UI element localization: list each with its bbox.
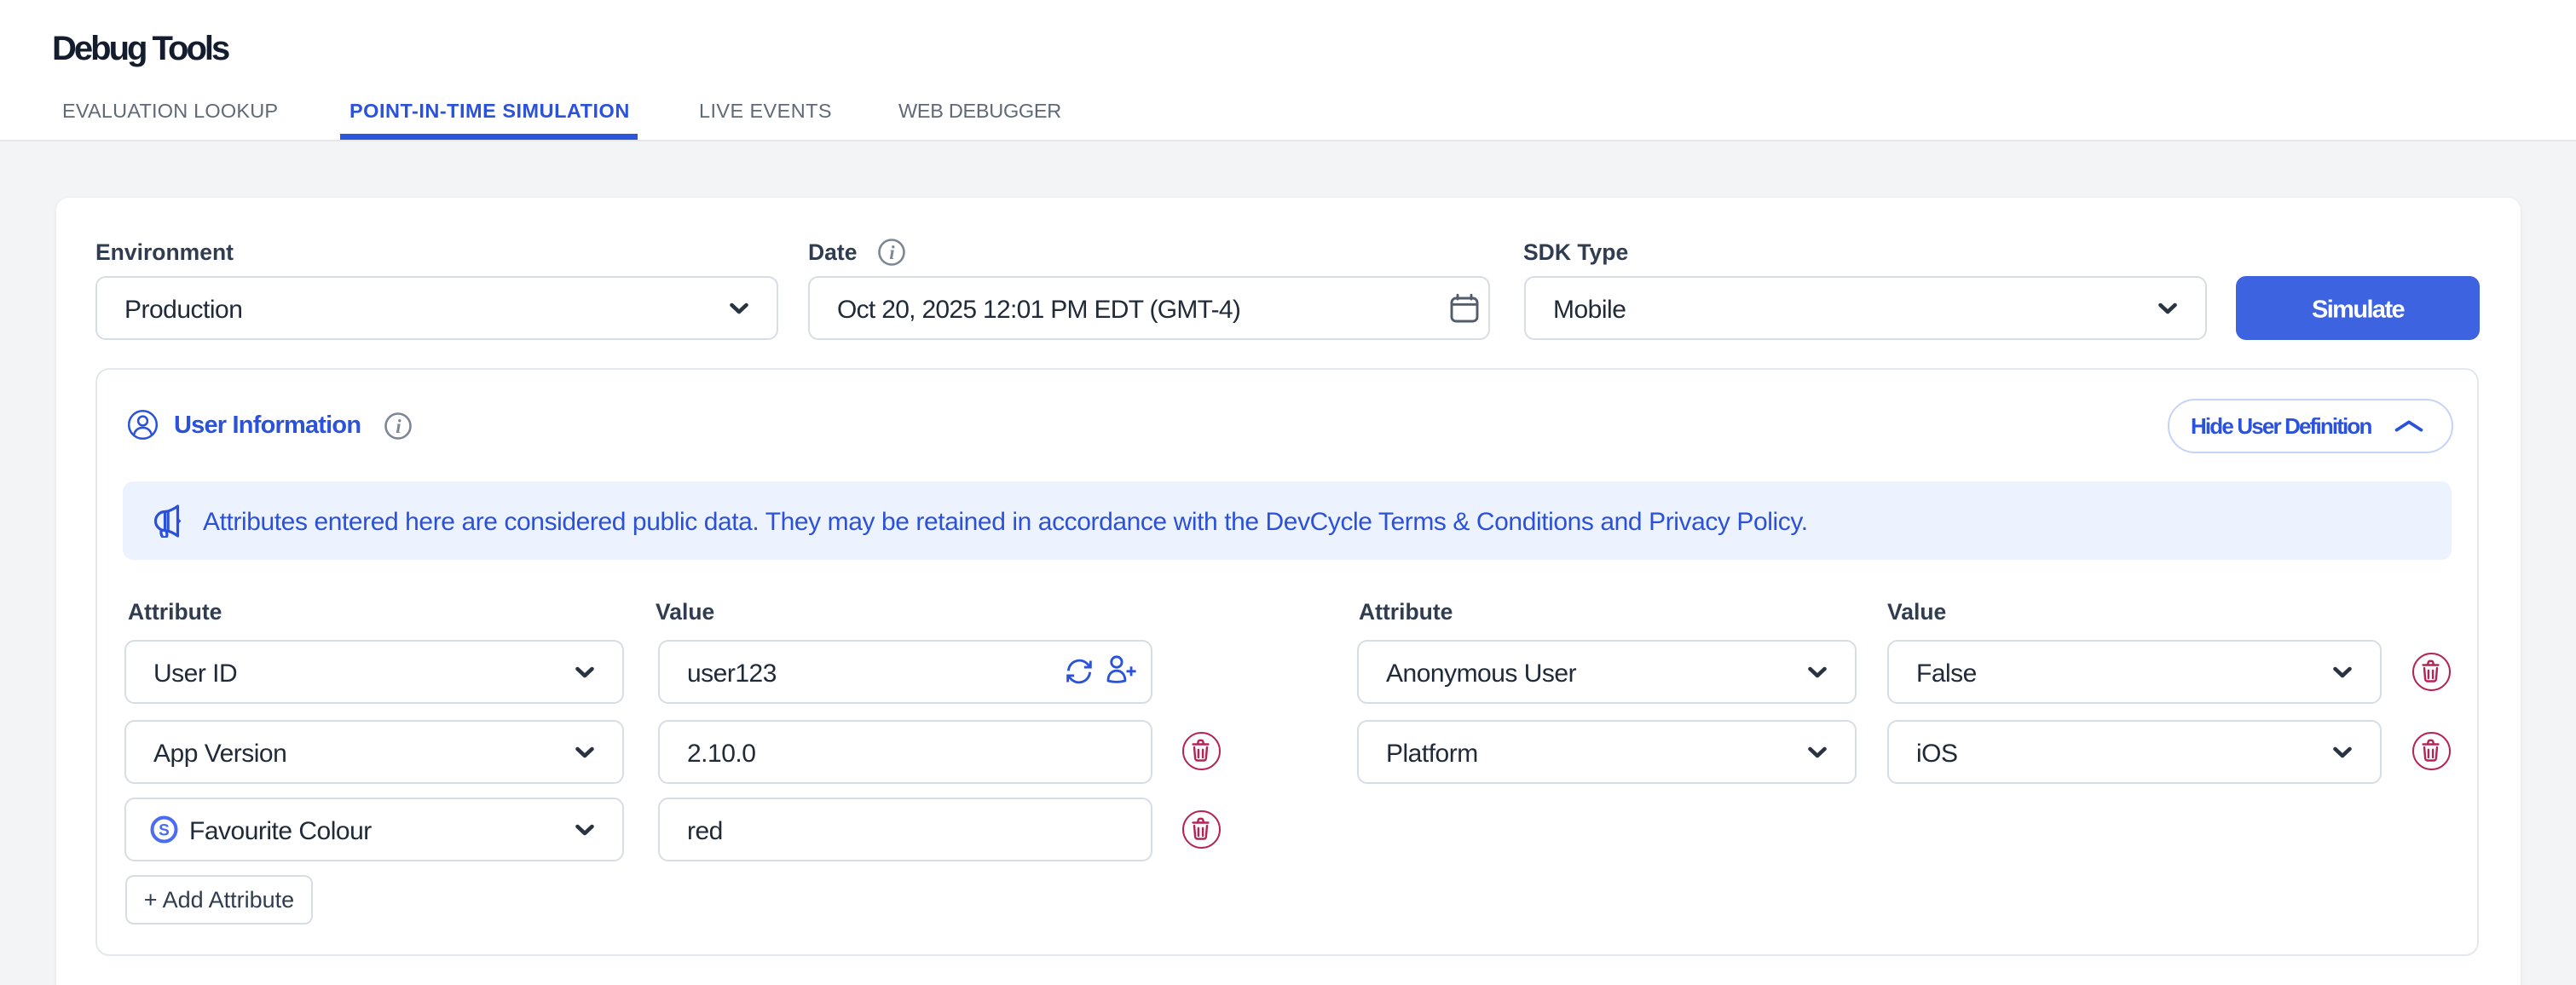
svg-text:S: S [159,822,170,840]
svg-text:i: i [396,416,401,437]
svg-text:i: i [889,242,895,263]
